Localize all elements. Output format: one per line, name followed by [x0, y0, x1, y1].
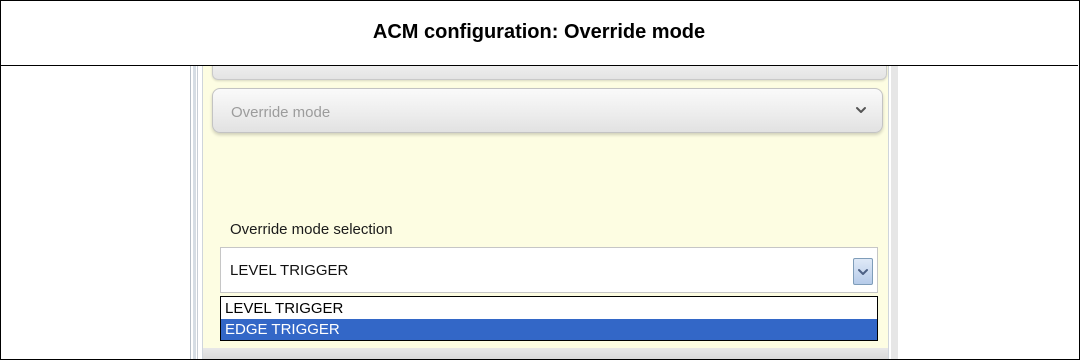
chevron-down-icon [856, 107, 866, 113]
override-mode-select[interactable]: LEVEL TRIGGER [220, 247, 878, 293]
left-border [190, 66, 191, 359]
left-border [197, 66, 198, 359]
caption-title: ACM configuration: Override mode [0, 0, 1078, 66]
override-mode-options-list: LEVEL TRIGGER EDGE TRIGGER [220, 296, 878, 341]
panel-bottom-edge [203, 348, 888, 359]
screenshot-panel: Override mode Override mode selection LE… [190, 66, 898, 359]
option-level-trigger[interactable]: LEVEL TRIGGER [221, 298, 877, 319]
override-mode-section-header[interactable]: Override mode [212, 88, 883, 133]
right-border [888, 66, 889, 359]
chevron-down-icon [858, 268, 868, 275]
left-border [193, 66, 196, 359]
override-mode-selection-label: Override mode selection [230, 221, 393, 238]
select-dropdown-button[interactable] [853, 258, 873, 285]
option-edge-trigger[interactable]: EDGE TRIGGER [221, 319, 877, 340]
select-current-value: LEVEL TRIGGER [230, 262, 349, 279]
previous-section-header[interactable] [212, 66, 887, 80]
section-header-label: Override mode [231, 104, 331, 121]
right-scroll-edge [891, 66, 898, 359]
